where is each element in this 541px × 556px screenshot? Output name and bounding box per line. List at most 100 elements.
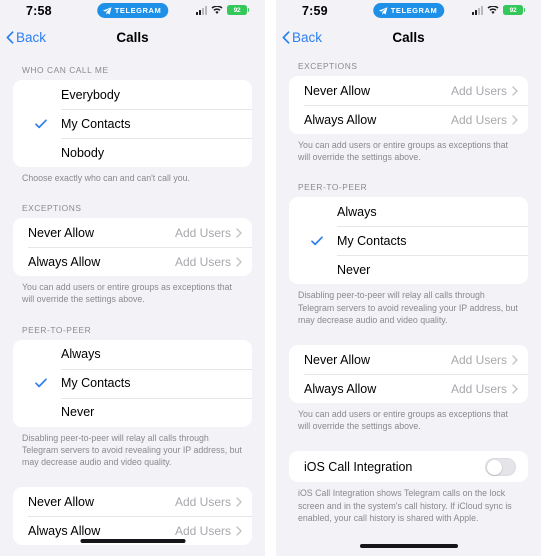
row-never-allow[interactable]: Never Allow Add Users [13,218,252,247]
footnote-exceptions-2: You can add users or entire groups as ex… [298,409,508,432]
row-label: Always Allow [28,523,101,538]
row-always-allow-2[interactable]: Always Allow Add Users [289,374,528,403]
option-row-my-contacts-p2p[interactable]: My Contacts [13,368,252,398]
footnote-exceptions: You can add users or entire groups as ex… [22,282,232,305]
exceptions-card: Never Allow Add Users Always Allow Add U… [289,76,528,134]
home-indicator [359,544,458,548]
page-title: Calls [392,30,425,45]
peer-to-peer-card: Always My Contacts Never [13,339,252,427]
chevron-right-icon [512,114,518,125]
row-value-add-users: Add Users [174,494,231,509]
battery-icon: 92 [503,5,526,15]
battery-icon: 92 [227,5,250,15]
row-label: Never Allow [28,494,94,509]
status-indicators: 92 [196,5,250,15]
chevron-right-icon [236,497,242,507]
section-header-exceptions: EXCEPTIONS [298,61,358,71]
footnote-peer-to-peer: Disabling peer-to-peer will relay all ca… [22,432,242,468]
option-label: Everybody [61,87,121,102]
telegram-badge-label: TELEGRAM [390,6,438,15]
row-value-add-users: Add Users [450,381,507,396]
option-label: My Contacts [61,376,131,391]
telegram-app-badge: TELEGRAM [96,3,169,18]
option-row-never[interactable]: Never [13,397,252,427]
section-header-who-can-call-me: WHO CAN CALL ME [22,65,109,75]
checkmark-icon [311,236,323,246]
settings-list-left: WHO CAN CALL ME Everybody My Contacts No… [0,54,265,546]
footnote-who-can-call-me: Choose exactly who can and can't call yo… [22,173,190,183]
paper-plane-icon [102,6,111,15]
option-label: Always [337,204,377,219]
chevron-right-icon [512,354,518,365]
option-row-always[interactable]: Always [289,197,528,226]
status-time: 7:59 [302,4,328,18]
cellular-signal-icon [196,5,207,15]
row-label: Never Allow [304,352,370,367]
option-row-nobody[interactable]: Nobody [13,138,252,167]
ios-call-integration-toggle[interactable] [485,457,516,476]
row-label: Always Allow [304,381,377,396]
option-label: My Contacts [337,233,407,248]
row-value-add-users: Add Users [450,112,507,127]
option-row-always[interactable]: Always [13,340,252,369]
footnote-peer-to-peer: Disabling peer-to-peer will relay all ca… [298,290,518,325]
battery-level: 92 [233,6,241,14]
row-label: Never Allow [28,225,94,240]
row-value-add-users: Add Users [174,523,231,538]
phone-screen-right: 7:59 TELEGRAM 92 Back Calls EXCEPTIONS N… [276,0,541,556]
telegram-badge-label: TELEGRAM [114,6,162,15]
row-value-add-users: Add Users [450,352,507,367]
section-header-peer-to-peer: PEER-TO-PEER [22,324,92,335]
section-header-exceptions: EXCEPTIONS [22,203,82,214]
dual-screenshot-stage: 7:58 TELEGRAM 92 Back Calls WHO CAN CALL… [0,0,541,556]
home-indicator [80,539,185,543]
chevron-right-icon [512,85,518,96]
row-value-add-users: Add Users [174,225,231,240]
row-value-add-users: Add Users [450,83,507,98]
checkmark-icon [35,118,47,128]
nav-bar-left: Back Calls [0,24,265,54]
row-label: iOS Call Integration [304,459,413,474]
who-can-call-me-card: Everybody My Contacts Nobody [13,80,252,167]
status-bar-right: 7:59 TELEGRAM 92 [276,0,541,24]
chevron-right-icon [236,257,242,267]
wifi-icon [487,5,499,14]
row-always-allow[interactable]: Always Allow Add Users [289,105,528,134]
phone-screen-left: 7:58 TELEGRAM 92 Back Calls WHO CAN CALL… [0,0,265,556]
status-indicators: 92 [472,5,526,15]
footnote-exceptions: You can add users or entire groups as ex… [298,140,508,163]
option-row-never[interactable]: Never [289,255,528,284]
row-label: Never Allow [304,83,370,98]
exceptions-card-2: Never Allow Add Users Always Allow Add U… [289,345,528,404]
checkmark-icon [35,378,47,388]
chevron-right-icon [236,526,242,536]
chevron-right-icon [512,383,518,394]
option-label: Never [337,262,371,277]
wifi-icon [211,5,223,14]
option-label: Nobody [61,145,105,160]
row-never-allow-2[interactable]: Never Allow Add Users [289,345,528,374]
paper-plane-icon [378,6,387,15]
section-header-peer-to-peer: PEER-TO-PEER [298,182,368,193]
ios-call-integration-card: iOS Call Integration [289,451,528,483]
nav-bar-right: Back Calls [276,24,541,54]
exceptions-card: Never Allow Add Users Always Allow Add U… [13,218,252,277]
row-always-allow[interactable]: Always Allow Add Users [13,247,252,276]
option-row-my-contacts[interactable]: My Contacts [13,109,252,138]
option-label: Always [61,347,101,362]
row-ios-call-integration[interactable]: iOS Call Integration [289,451,528,482]
option-row-everybody[interactable]: Everybody [13,80,252,109]
row-label: Always Allow [304,112,377,127]
row-label: Always Allow [28,254,101,269]
row-never-allow[interactable]: Never Allow Add Users [289,76,528,105]
battery-level: 92 [509,6,517,14]
page-title: Calls [116,30,149,45]
settings-list-right: EXCEPTIONS Never Allow Add Users Always … [276,54,541,524]
row-never-allow-2[interactable]: Never Allow Add Users [13,487,252,516]
option-row-my-contacts-p2p[interactable]: My Contacts [289,226,528,255]
toggle-knob [487,459,502,475]
cellular-signal-icon [472,5,483,15]
chevron-right-icon [236,228,242,238]
peer-to-peer-card: Always My Contacts Never [289,197,528,285]
row-value-add-users: Add Users [174,254,231,269]
